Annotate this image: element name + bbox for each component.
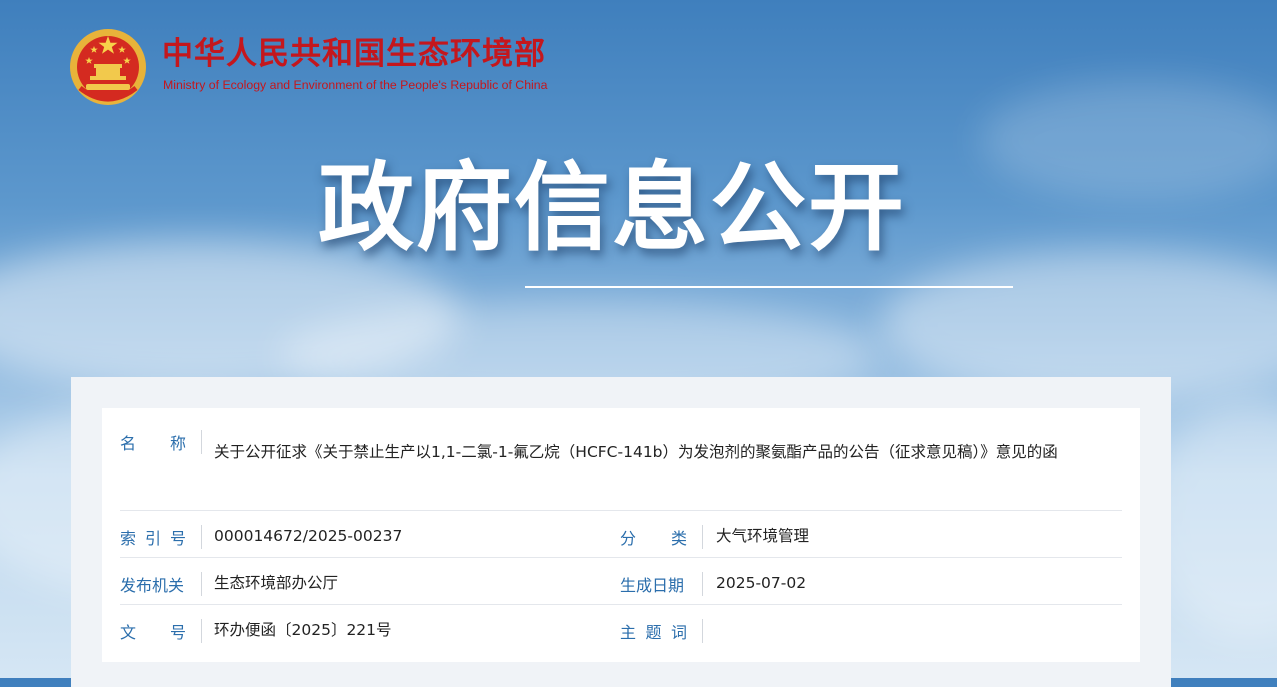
- value-category: 大气环境管理: [716, 527, 810, 545]
- label-issuer: 发布机关: [120, 572, 202, 596]
- value-index-no: 000014672/2025-00237: [214, 527, 403, 545]
- info-row-issuer: 发布机关 生态环境部办公厅 生成日期 2025-07-02: [120, 558, 1122, 605]
- site-name-english[interactable]: Ministry of Ecology and Environment of t…: [163, 77, 547, 93]
- label-doc-no: 文 号: [120, 619, 202, 643]
- label-category: 分 类: [620, 525, 703, 549]
- value-issuer: 生态环境部办公厅: [214, 574, 339, 592]
- label-keywords: 主 题 词: [620, 619, 703, 643]
- info-row-index: 索 引 号 000014672/2025-00237 分 类 大气环境管理: [120, 511, 1122, 558]
- label-index-no: 索 引 号: [120, 525, 202, 549]
- value-doc-no: 环办便函〔2025〕221号: [214, 621, 392, 639]
- label-date: 生成日期: [620, 572, 703, 596]
- document-info-card: 名 称 关于公开征求《关于禁止生产以1,1-二氯-1-氟乙烷（HCFC-141b…: [102, 408, 1140, 662]
- info-row-docno: 文 号 环办便函〔2025〕221号 主 题 词: [120, 605, 1122, 651]
- site-name-chinese[interactable]: 中华人民共和国生态环境部: [162, 36, 546, 72]
- label-name: 名 称: [120, 430, 202, 454]
- value-name: 关于公开征求《关于禁止生产以1,1-二氯-1-氟乙烷（HCFC-141b）为发泡…: [214, 443, 1058, 461]
- info-row-name: 名 称 关于公开征求《关于禁止生产以1,1-二氯-1-氟乙烷（HCFC-141b…: [120, 418, 1122, 511]
- hero-title: 政府信息公开: [318, 152, 906, 264]
- value-date: 2025-07-02: [716, 574, 807, 592]
- hero-divider: [525, 286, 1013, 288]
- national-emblem-icon[interactable]: [68, 26, 148, 108]
